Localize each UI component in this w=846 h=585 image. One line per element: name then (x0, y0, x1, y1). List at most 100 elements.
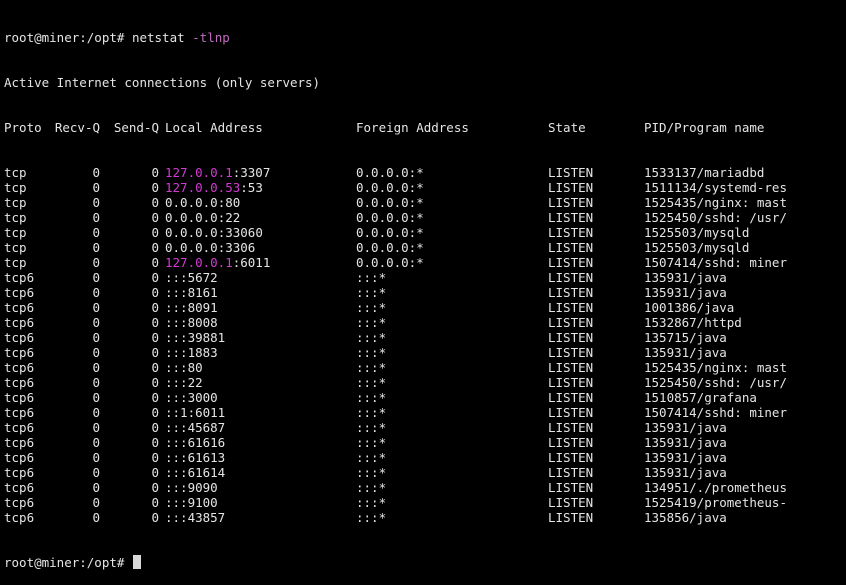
table-row: tcp6 0 0:::80:::* LISTEN 1525435/nginx: mast (4, 360, 846, 375)
local-ip: ::: (165, 285, 188, 300)
shell-prompt: root@miner:/opt# (4, 555, 132, 570)
header-sendq: Send-Q (113, 120, 159, 135)
local-ip: ::: (165, 480, 188, 495)
table-row: tcp6 0 0::1:6011:::* LISTEN 1507414/sshd: mi… (4, 405, 846, 420)
cell-sendq: 0 (151, 210, 159, 225)
cell-local-address: :::80 (165, 360, 203, 375)
cell-sendq: 0 (151, 300, 159, 315)
cell-sendq: 0 (151, 450, 159, 465)
cell-local-address: :::45687 (165, 420, 225, 435)
local-port: 5672 (187, 270, 218, 285)
table-row: tcp 0 0 0.0.0.0:3306 0.0.0.0:* LISTEN 1525503/… (4, 240, 846, 255)
table-row: tcp 0 0 127.0.0.53:53 0.0.0.0:* LISTEN 1511134… (4, 180, 846, 195)
local-ip: ::: (165, 465, 188, 480)
local-port: 3000 (187, 390, 218, 405)
cell-state: LISTEN (548, 165, 594, 180)
cell-pid-program: 135931/java (644, 285, 727, 300)
local-ip: ::1 (165, 405, 188, 420)
cell-local-address: :::1883 (165, 345, 218, 360)
cell-pid-program: 1525503/mysqld (644, 225, 750, 240)
cell-foreign-address: 0.0.0.0:* (356, 210, 424, 225)
cell-state: LISTEN (548, 450, 594, 465)
local-port: 9090 (187, 480, 218, 495)
cell-state: LISTEN (548, 240, 594, 255)
cell-pid-program: 1001386/java (644, 300, 735, 315)
cell-state: LISTEN (548, 180, 594, 195)
cell-sendq: 0 (151, 165, 159, 180)
cell-local-address: :::9090 (165, 480, 218, 495)
cell-sendq: 0 (151, 465, 159, 480)
cell-foreign-address: :::* (356, 345, 387, 360)
cell-pid-program: 1525435/nginx: mast (644, 195, 787, 210)
cell-pid-program: 1525435/nginx: mast (644, 360, 787, 375)
banner-text: Active Internet connections (only server… (4, 75, 321, 90)
cell-foreign-address: :::* (356, 510, 387, 525)
cell-pid-program: 1525450/sshd: /usr/ (644, 210, 787, 225)
cell-pid-program: 1525419/prometheus- (644, 495, 787, 510)
local-ip: ::: (165, 345, 188, 360)
cell-foreign-address: :::* (356, 390, 387, 405)
cell-sendq: 0 (151, 435, 159, 450)
cell-pid-program: 1525450/sshd: /usr/ (644, 375, 787, 390)
cell-sendq: 0 (151, 180, 159, 195)
cell-state: LISTEN (548, 255, 594, 270)
table-row: tcp6 0 0:::3000:::* LISTEN 1510857/grafana (4, 390, 846, 405)
local-ip: ::: (165, 435, 188, 450)
local-port: 61614 (187, 465, 226, 480)
cell-sendq: 0 (151, 345, 159, 360)
local-ip: ::: (165, 390, 188, 405)
table-row: tcp 0 0 0.0.0.0:33060 0.0.0.0:* LISTEN 1525503… (4, 225, 846, 240)
cell-sendq: 0 (151, 420, 159, 435)
cell-pid-program: 135856/java (644, 510, 727, 525)
cell-foreign-address: :::* (356, 495, 387, 510)
cell-sendq: 0 (151, 495, 159, 510)
cell-pid-program: 1511134/systemd-res (644, 180, 787, 195)
final-prompt-line[interactable]: root@miner:/opt# (4, 555, 846, 570)
cell-local-address: :::9100 (165, 495, 218, 510)
local-port: 22 (187, 375, 203, 390)
cell-sendq: 0 (151, 285, 159, 300)
cell-foreign-address: :::* (356, 450, 387, 465)
cell-foreign-address: 0.0.0.0:* (356, 195, 424, 210)
cell-local-address: :::3000 (165, 390, 218, 405)
cell-foreign-address: :::* (356, 465, 387, 480)
table-row: tcp 0 0 0.0.0.0:22 0.0.0.0:* LISTEN 1525450/ss… (4, 210, 846, 225)
local-ip: ::: (165, 300, 188, 315)
local-port: 61616 (187, 435, 226, 450)
cell-sendq: 0 (151, 240, 159, 255)
local-port: 8091 (187, 300, 218, 315)
cell-pid-program: 1507414/sshd: miner (644, 405, 787, 420)
cell-foreign-address: :::* (356, 315, 387, 330)
terminal-output[interactable]: root@miner:/opt# netstat -tlnp Active In… (4, 0, 846, 570)
local-ip: 127.0.0.1 (165, 255, 233, 270)
cell-pid-program: 135931/java (644, 345, 727, 360)
cell-sendq: 0 (151, 405, 159, 420)
cell-pid-program: 1507414/sshd: miner (644, 255, 787, 270)
cell-state: LISTEN (548, 210, 594, 225)
table-row: tcp6 0 0:::8161:::* LISTEN 135931/java (4, 285, 846, 300)
cell-local-address: :::5672 (165, 270, 218, 285)
cell-foreign-address: :::* (356, 360, 387, 375)
local-ip: ::: (165, 315, 188, 330)
local-port: :6011 (232, 255, 271, 270)
cell-sendq: 0 (151, 360, 159, 375)
cell-local-address: :::61613 (165, 450, 225, 465)
cell-pid-program: 135931/java (644, 420, 727, 435)
table-row: tcp6 0 0:::8008:::* LISTEN 1532867/httpd (4, 315, 846, 330)
cell-local-address: 0.0.0.0:22 (165, 210, 240, 225)
local-port: 80 (187, 360, 203, 375)
header-local-address: Local Address (165, 120, 263, 135)
local-port: :80 (217, 195, 241, 210)
cell-state: LISTEN (548, 360, 594, 375)
cell-pid-program: 134951/./prometheus (644, 480, 787, 495)
cell-local-address: :::8161 (165, 285, 218, 300)
local-port: :6011 (187, 405, 226, 420)
banner-line: Active Internet connections (only server… (4, 75, 846, 90)
local-ip: 0.0.0.0 (165, 195, 218, 210)
header-foreign-address: Foreign Address (356, 120, 469, 135)
cell-pid-program: 135715/java (644, 330, 727, 345)
table-row: tcp6 0 0:::9100:::* LISTEN 1525419/prometheu… (4, 495, 846, 510)
cell-local-address: :::8091 (165, 300, 218, 315)
cell-sendq: 0 (151, 270, 159, 285)
cell-state: LISTEN (548, 345, 594, 360)
